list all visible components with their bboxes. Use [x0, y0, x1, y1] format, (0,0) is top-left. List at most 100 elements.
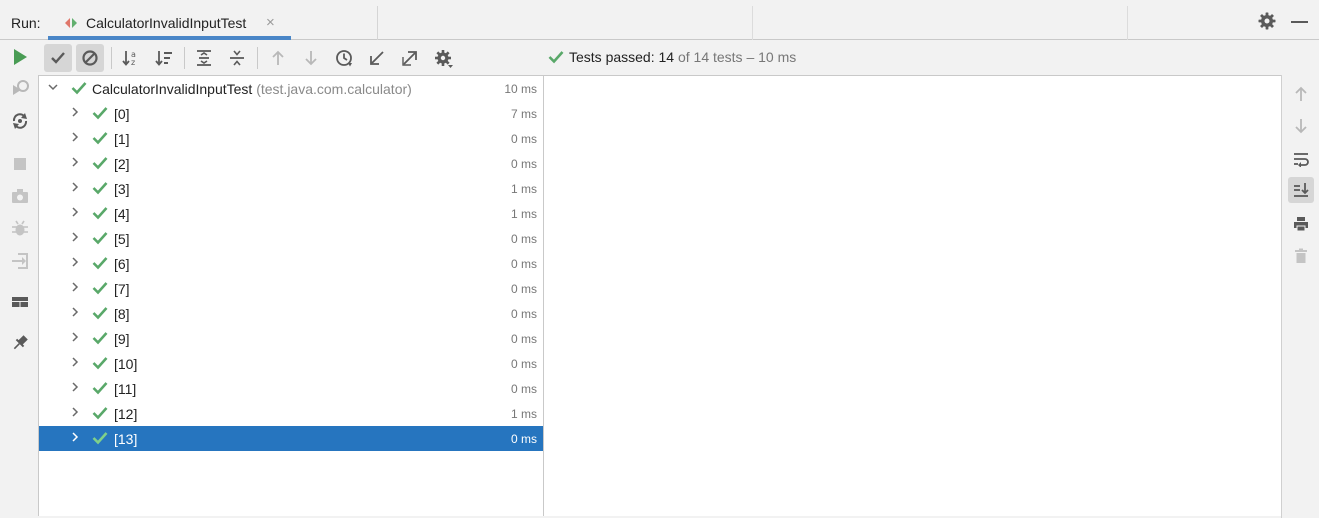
soft-wrap-icon: [1294, 153, 1309, 167]
test-case-name: [2]: [114, 156, 130, 172]
rerun-icon[interactable]: [10, 47, 30, 67]
test-duration: 0 ms: [510, 332, 537, 346]
tree-row[interactable]: [7] 0 ms: [39, 276, 543, 301]
next-failed-icon: [305, 51, 317, 66]
debug-icon[interactable]: [10, 219, 30, 239]
test-duration: 0 ms: [510, 357, 537, 371]
screenshot-icon[interactable]: [10, 186, 30, 206]
chevron-right-icon[interactable]: [69, 356, 81, 368]
test-case-name: [13]: [114, 431, 138, 447]
tree-row[interactable]: [0] 7 ms: [39, 101, 543, 126]
chevron-right-icon[interactable]: [69, 206, 81, 218]
chevron-down-icon[interactable]: [47, 81, 59, 93]
stop-icon[interactable]: [10, 154, 30, 174]
settings-button[interactable]: [429, 44, 457, 72]
clear-all-button[interactable]: [1288, 243, 1314, 269]
chevron-right-icon[interactable]: [69, 131, 81, 143]
tree-row[interactable]: [12] 1 ms: [39, 401, 543, 426]
export-tests-icon: [402, 51, 417, 66]
tab-title: CalculatorInvalidInputTest: [86, 15, 247, 31]
show-passed-button[interactable]: [44, 44, 72, 72]
console-output-panel[interactable]: [544, 75, 1281, 516]
layout-icon[interactable]: [10, 292, 30, 312]
tree-row[interactable]: [8] 0 ms: [39, 301, 543, 326]
tree-row[interactable]: [11] 0 ms: [39, 376, 543, 401]
scroll-up-button[interactable]: [1288, 81, 1314, 107]
passed-check-icon: [71, 82, 87, 95]
test-case-name: [10]: [114, 356, 138, 372]
exit-icon[interactable]: [10, 251, 30, 271]
run-tool-window-header: Run: CalculatorInvalidInputTest ×: [0, 0, 1319, 40]
tree-row[interactable]: [1] 0 ms: [39, 126, 543, 151]
expand-all-icon: [197, 50, 211, 66]
collapse-all-button[interactable]: [223, 44, 251, 72]
passed-check-icon: [548, 51, 564, 64]
chevron-right-icon[interactable]: [69, 256, 81, 268]
test-summary: Tests passed: 14 of 14 tests – 10 ms: [548, 49, 796, 65]
test-class-name: CalculatorInvalidInputTest: [92, 81, 253, 97]
tree-row[interactable]: [3] 1 ms: [39, 176, 543, 201]
chevron-right-icon[interactable]: [69, 281, 81, 293]
chevron-right-icon[interactable]: [69, 181, 81, 193]
previous-failed-button[interactable]: [264, 44, 292, 72]
passed-check-icon: [92, 207, 108, 220]
test-case-name: [9]: [114, 331, 130, 347]
active-tab-indicator: [48, 36, 291, 40]
test-package-name: (test.java.com.calculator): [256, 81, 412, 97]
test-duration: 0 ms: [510, 382, 537, 396]
run-label: Run:: [11, 15, 41, 31]
tree-row[interactable]: [5] 0 ms: [39, 226, 543, 251]
test-history-button[interactable]: [330, 44, 358, 72]
test-runner-toolbar: a z Tests passed: 14 of 14 tests – 10 ms: [38, 41, 1281, 75]
header-divider: [752, 6, 753, 40]
next-failed-button[interactable]: [297, 44, 325, 72]
chevron-right-icon[interactable]: [69, 106, 81, 118]
minimize-icon[interactable]: [1291, 21, 1308, 23]
scroll-down-button[interactable]: [1288, 113, 1314, 139]
test-duration: 0 ms: [510, 432, 537, 446]
scroll-to-end-button[interactable]: [1288, 177, 1314, 203]
chevron-right-icon[interactable]: [69, 156, 81, 168]
header-divider: [1127, 6, 1128, 40]
expand-all-button[interactable]: [190, 44, 218, 72]
soft-wrap-button[interactable]: [1288, 146, 1314, 172]
export-tests-button[interactable]: [396, 44, 424, 72]
tree-row[interactable]: [6] 0 ms: [39, 251, 543, 276]
chevron-right-icon[interactable]: [69, 406, 81, 418]
chevron-right-icon[interactable]: [69, 331, 81, 343]
settings-icon: [435, 50, 453, 68]
print-button[interactable]: [1288, 211, 1314, 237]
test-case-name: [0]: [114, 106, 130, 122]
tree-root-row[interactable]: CalculatorInvalidInputTest (test.java.co…: [39, 76, 543, 101]
rerun-failed-icon[interactable]: [10, 79, 30, 99]
tab-calculator-invalid-input-test[interactable]: CalculatorInvalidInputTest ×: [48, 6, 378, 40]
print-icon: [1294, 217, 1308, 232]
gear-icon[interactable]: [1258, 12, 1276, 30]
test-case-name: [12]: [114, 406, 138, 422]
chevron-right-icon[interactable]: [69, 431, 81, 443]
chevron-right-icon[interactable]: [69, 381, 81, 393]
sort-by-duration-button[interactable]: [150, 44, 178, 72]
import-tests-button[interactable]: [363, 44, 391, 72]
pin-icon[interactable]: [10, 333, 30, 353]
toggle-auto-test-icon[interactable]: [10, 111, 30, 131]
passed-check-icon: [92, 132, 108, 145]
show-passed-icon: [51, 52, 65, 64]
summary-label: Tests passed:: [569, 49, 655, 65]
chevron-right-icon[interactable]: [69, 306, 81, 318]
test-case-name: [11]: [114, 381, 137, 397]
passed-check-icon: [92, 282, 108, 295]
chevron-right-icon[interactable]: [69, 231, 81, 243]
test-case-name: [8]: [114, 306, 130, 322]
tree-row[interactable]: [9] 0 ms: [39, 326, 543, 351]
tree-row[interactable]: [4] 1 ms: [39, 201, 543, 226]
tree-row[interactable]: [10] 0 ms: [39, 351, 543, 376]
tree-row[interactable]: [13] 0 ms: [39, 426, 543, 451]
sort-alphabetically-button[interactable]: a z: [117, 44, 145, 72]
passed-check-icon: [92, 432, 108, 445]
left-action-bar: [0, 41, 38, 518]
tree-row[interactable]: [2] 0 ms: [39, 151, 543, 176]
test-duration: 1 ms: [510, 207, 537, 221]
show-ignored-button[interactable]: [76, 44, 104, 72]
tab-close-icon[interactable]: ×: [266, 14, 275, 31]
